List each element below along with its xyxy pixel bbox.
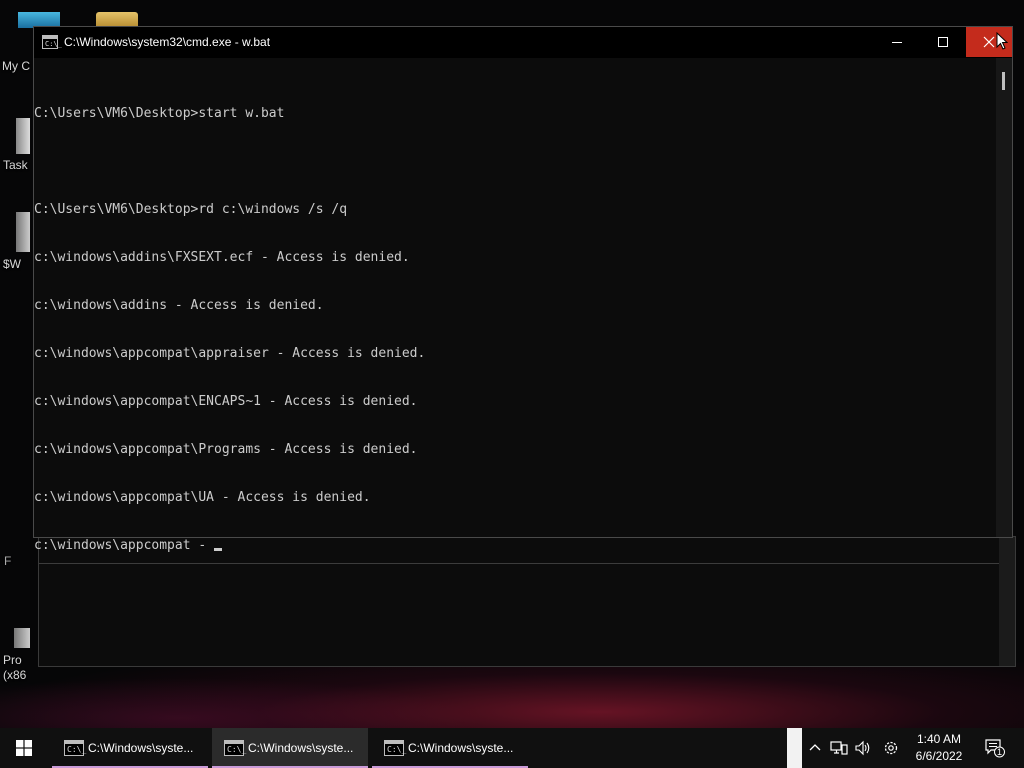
- console-line: c:\windows\appcompat\UA - Access is deni…: [34, 490, 371, 505]
- console-line: c:\windows\appcompat\ENCAPS~1 - Access i…: [34, 394, 418, 409]
- scroll-thumb[interactable]: [1002, 72, 1005, 90]
- taskbar-item-cmd-1[interactable]: C:\_ C:\Windows\syste...: [52, 728, 208, 768]
- overflow-strip[interactable]: [787, 728, 802, 768]
- taskbar-item-label: C:\Windows\syste...: [408, 741, 514, 755]
- console-line: C:\Users\VM6\Desktop>start w.bat: [34, 106, 285, 121]
- minimize-icon: [892, 41, 902, 43]
- taskbar-item-cmd-2[interactable]: C:\_ C:\Windows\syste...: [212, 728, 368, 768]
- shortcut-icon[interactable]: [16, 118, 30, 154]
- console-line: c:\windows\addins - Access is denied.: [34, 298, 324, 313]
- desktop-icon-label[interactable]: Pro: [3, 653, 22, 667]
- console-line: c:\windows\appcompat\Programs - Access i…: [34, 442, 418, 457]
- console-line: C:\Users\VM6\Desktop>rd c:\windows /s /q: [34, 202, 348, 217]
- notification-icon: [985, 739, 1005, 758]
- mouse-pointer-icon: [996, 32, 1008, 50]
- maximize-icon: [938, 37, 948, 47]
- clock-time: 1:40 AM: [916, 732, 962, 746]
- console-current-line[interactable]: c:\windows\appcompat -: [34, 538, 994, 554]
- taskbar-item-cmd-3[interactable]: C:\_ C:\Windows\syste...: [372, 728, 528, 768]
- taskbar-item-label: C:\Windows\syste...: [88, 741, 194, 755]
- console-icon: C:\_: [42, 35, 62, 49]
- desktop-icon-label[interactable]: F: [4, 554, 11, 568]
- minimize-button[interactable]: [874, 27, 920, 57]
- notification-badge: 1: [997, 747, 1003, 757]
- desktop-icon-label[interactable]: (x86: [3, 668, 26, 682]
- maximize-button[interactable]: [920, 27, 966, 57]
- text-cursor: [214, 548, 223, 551]
- console-icon: C:\_: [384, 740, 406, 756]
- chevron-up-icon[interactable]: [806, 739, 824, 757]
- title-bar[interactable]: C:\_ C:\Windows\system32\cmd.exe - w.bat: [34, 27, 1012, 58]
- desktop-icon-label[interactable]: Task: [3, 158, 28, 172]
- notification-center-button[interactable]: 1: [982, 739, 1008, 758]
- settings-icon[interactable]: [882, 739, 900, 757]
- console-output[interactable]: C:\Users\VM6\Desktop>start w.bat C:\User…: [34, 74, 994, 586]
- close-icon: [983, 36, 995, 48]
- console-line: c:\windows\addins\FXSEXT.ecf - Access is…: [34, 250, 410, 265]
- window-title: C:\Windows\system32\cmd.exe - w.bat: [64, 35, 271, 49]
- shortcut-icon[interactable]: [16, 212, 30, 252]
- scrollbar[interactable]: [996, 58, 1012, 537]
- desktop-icon-label[interactable]: My C: [2, 59, 30, 73]
- start-button[interactable]: [0, 728, 48, 768]
- volume-icon[interactable]: [854, 739, 872, 757]
- clock[interactable]: 1:40 AM 6/6/2022: [906, 731, 972, 765]
- taskbar-item-label: C:\Windows\syste...: [248, 741, 354, 755]
- windows-logo-icon: [16, 740, 32, 756]
- console-line: c:\windows\appcompat\appraiser - Access …: [34, 346, 426, 361]
- console-current-text: c:\windows\appcompat -: [34, 538, 215, 553]
- clock-date: 6/6/2022: [915, 749, 963, 763]
- shortcut-icon[interactable]: [14, 628, 30, 648]
- desktop-icon-label[interactable]: $W: [3, 257, 21, 271]
- console-icon: C:\_: [224, 740, 246, 756]
- taskbar: C:\_ C:\Windows\syste... C:\_ C:\Windows…: [0, 728, 1024, 768]
- cmd-window[interactable]: C:\_ C:\Windows\system32\cmd.exe - w.bat…: [33, 26, 1013, 553]
- network-icon[interactable]: [830, 739, 848, 757]
- scrollbar[interactable]: [999, 537, 1015, 666]
- console-icon: C:\_: [64, 740, 86, 756]
